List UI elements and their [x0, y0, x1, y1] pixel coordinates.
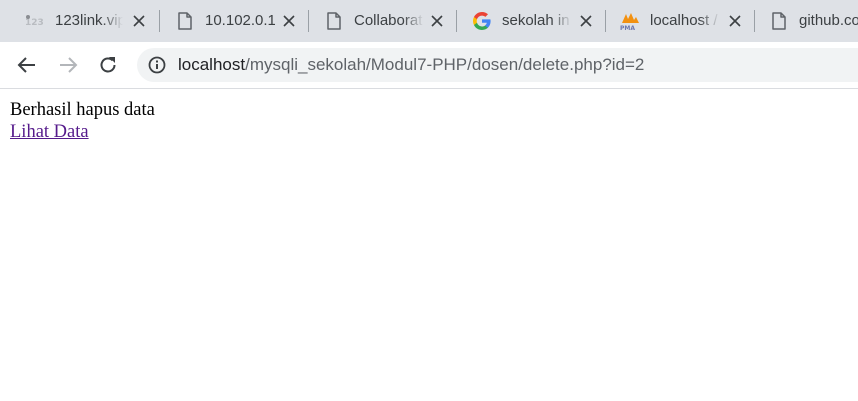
tab-10-102-0-1[interactable]: 10.102.0.1 [175, 0, 300, 42]
close-icon[interactable] [726, 12, 744, 30]
tab-title: 10.102.0.1 [205, 12, 275, 29]
page-content: Berhasil hapus data Lihat Data [10, 99, 155, 143]
tab-separator [308, 10, 309, 32]
close-icon[interactable] [280, 12, 298, 30]
tab-123link[interactable]: 123 123link.vip [25, 0, 150, 42]
url-host: localhost [178, 55, 246, 74]
tab-title: 123link.vip [55, 12, 123, 29]
phpmyadmin-icon: PMA [620, 11, 640, 31]
tab-separator [456, 10, 457, 32]
123link-favicon: 123 [25, 11, 45, 31]
tab-separator [605, 10, 606, 32]
tab-title: Collaborat [354, 12, 423, 29]
tab-separator [754, 10, 755, 32]
svg-text:PMA: PMA [620, 25, 635, 31]
document-icon [175, 11, 195, 31]
tab-sekolah[interactable]: sekolah in [472, 0, 597, 42]
url-path: /mysqli_sekolah/Modul7-PHP/dosen/delete.… [245, 55, 645, 74]
document-icon [769, 11, 789, 31]
info-icon[interactable] [148, 56, 166, 74]
tab-github[interactable]: github.co [769, 0, 858, 42]
address-bar[interactable]: localhost/mysqli_sekolah/Modul7-PHP/dose… [137, 48, 858, 82]
tab-title: github.co [799, 12, 858, 29]
tab-title: sekolah in [502, 12, 570, 29]
close-icon[interactable] [577, 12, 595, 30]
tab-title: localhost / [650, 12, 718, 29]
tab-strip: 123 123link.vip 10.102.0.1 Collaborat se… [0, 0, 858, 42]
view-data-link[interactable]: Lihat Data [10, 122, 89, 142]
back-arrow-icon[interactable] [15, 53, 39, 77]
google-icon [472, 11, 492, 31]
tab-localhost[interactable]: PMA localhost / [620, 0, 745, 42]
tab-separator [159, 10, 160, 32]
success-message: Berhasil hapus data [10, 100, 155, 120]
document-icon [324, 11, 344, 31]
reload-icon[interactable] [96, 53, 120, 77]
browser-toolbar: localhost/mysqli_sekolah/Modul7-PHP/dose… [0, 42, 858, 89]
close-icon[interactable] [428, 12, 446, 30]
svg-text:123: 123 [25, 18, 44, 28]
close-icon[interactable] [130, 12, 148, 30]
url-text: localhost/mysqli_sekolah/Modul7-PHP/dose… [178, 55, 644, 75]
tab-collaborat[interactable]: Collaborat [324, 0, 449, 42]
forward-arrow-icon[interactable] [56, 53, 80, 77]
